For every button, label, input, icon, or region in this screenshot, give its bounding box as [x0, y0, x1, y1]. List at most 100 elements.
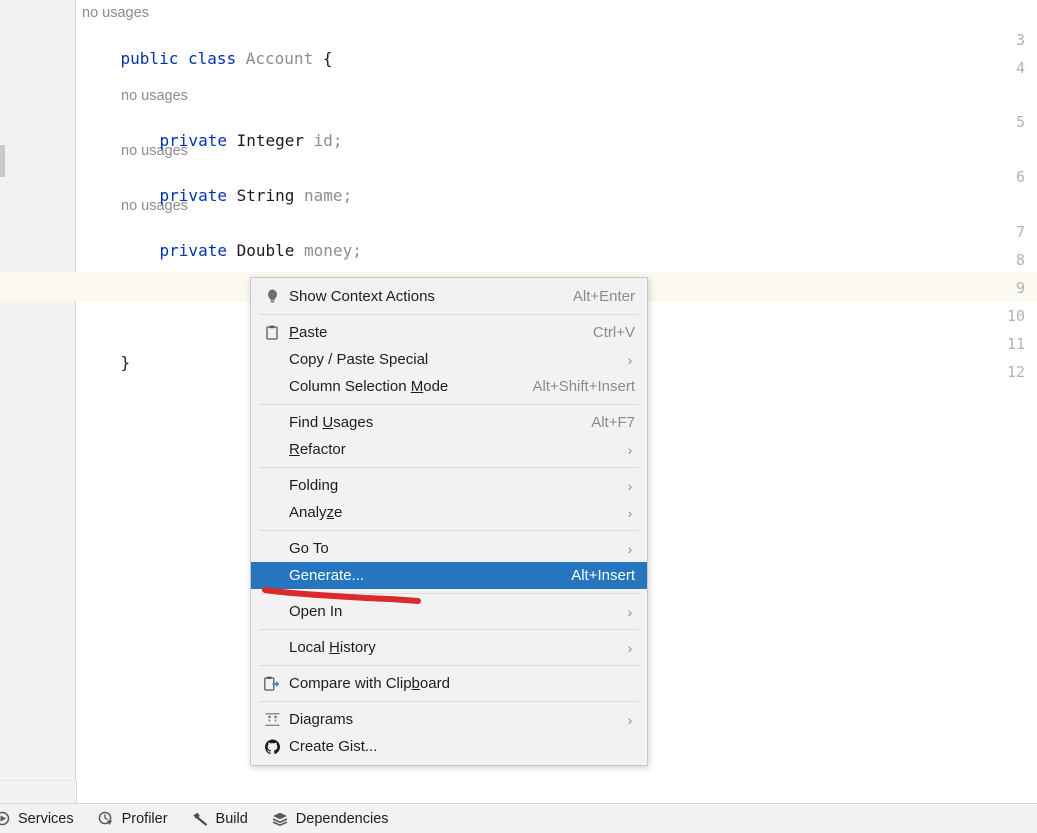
chevron-right-icon: › [627, 351, 633, 368]
menu-item-find-usages[interactable]: Find Usages Alt+F7 [251, 409, 647, 436]
menu-icon-placeholder [261, 603, 283, 621]
menu-item-folding[interactable]: Folding › [251, 472, 647, 499]
menu-item-shortcut: Ctrl+V [592, 324, 635, 341]
line-number-gutter[interactable] [5, 0, 76, 803]
layers-icon [270, 811, 290, 827]
menu-item-shortcut: Alt+Enter [572, 288, 635, 305]
menu-icon-placeholder [261, 567, 283, 585]
menu-item-copy-paste-special[interactable]: Copy / Paste Special › [251, 346, 647, 373]
menu-icon-placeholder [261, 540, 283, 558]
status-bar-item-label: Profiler [121, 810, 168, 827]
code-line-6[interactable]: private String name; [121, 166, 353, 226]
line-number[interactable]: 12 [985, 363, 1025, 381]
code-line-7[interactable]: private Double money; [121, 221, 362, 281]
menu-item-label: Folding [289, 477, 339, 494]
bottom-tool-window-bar[interactable]: Services Profiler Build Dependencies [0, 803, 1037, 833]
menu-item-analyze[interactable]: Analyze › [251, 499, 647, 526]
code-token-money: money; [304, 241, 362, 260]
menu-item-label: Copy / Paste Special [289, 351, 429, 368]
menu-separator [259, 530, 639, 531]
menu-item-generate[interactable]: Generate... Alt+Insert [251, 562, 647, 589]
code-token-account: Account [245, 49, 314, 68]
menu-separator [259, 701, 639, 702]
compare-clipboard-icon [261, 675, 283, 693]
status-bar-item-label: Dependencies [295, 810, 389, 827]
editor-tab-stub [0, 780, 77, 804]
code-token-class: class [187, 49, 246, 68]
line-number[interactable]: 7 [985, 223, 1025, 241]
menu-item-label: Analyze [289, 504, 343, 521]
menu-separator [259, 404, 639, 405]
menu-icon-placeholder [261, 414, 283, 432]
menu-item-compare-with-clipboard[interactable]: Compare with Clipboard [251, 670, 647, 697]
code-token-private: private [159, 131, 237, 150]
line-number[interactable]: 4 [985, 59, 1025, 77]
menu-item-create-gist[interactable]: Create Gist... [251, 733, 647, 760]
menu-separator [259, 629, 639, 630]
lightbulb-icon [261, 288, 283, 306]
menu-item-paste[interactable]: Paste Ctrl+V [251, 319, 647, 346]
services-icon [0, 811, 12, 827]
menu-item-go-to[interactable]: Go To › [251, 535, 647, 562]
status-bar-item-services[interactable]: Services [0, 811, 74, 827]
chevron-right-icon: › [627, 441, 633, 458]
status-bar-item-build[interactable]: Build [190, 811, 248, 827]
menu-icon-placeholder [261, 639, 283, 657]
code-line-11[interactable]: } [82, 333, 131, 393]
status-bar-item-label: Services [18, 810, 74, 827]
line-number[interactable]: 5 [985, 113, 1025, 131]
menu-item-label: Go To [289, 540, 329, 557]
menu-item-label: Open In [289, 603, 343, 620]
code-token-id: id; [313, 131, 343, 150]
code-token-Double: Double [236, 241, 305, 260]
menu-icon-placeholder [261, 477, 283, 495]
menu-item-show-context-actions[interactable]: Show Context Actions Alt+Enter [251, 283, 647, 310]
line-number[interactable]: 11 [985, 335, 1025, 353]
menu-item-diagrams[interactable]: Diagrams › [251, 706, 647, 733]
menu-item-label: Diagrams [289, 711, 354, 728]
chevron-right-icon: › [627, 540, 633, 557]
line-number[interactable]: 8 [985, 251, 1025, 269]
code-token-private: private [159, 241, 237, 260]
line-number[interactable]: 3 [985, 31, 1025, 49]
menu-item-label: Column Selection Mode [289, 378, 449, 395]
menu-icon-placeholder [261, 504, 283, 522]
editor-context-menu[interactable]: Show Context Actions Alt+Enter Paste Ctrl+V… [250, 277, 648, 766]
status-bar-item-profiler[interactable]: Profiler [96, 811, 168, 827]
menu-item-shortcut: Alt+Shift+Insert [532, 378, 635, 395]
status-bar-item-label: Build [215, 810, 248, 827]
menu-item-label: Show Context Actions [289, 288, 435, 305]
status-bar-item-dependencies[interactable]: Dependencies [270, 811, 389, 827]
code-token-close-brace: } [120, 353, 131, 372]
menu-item-column-selection-mode[interactable]: Column Selection Mode Alt+Shift+Insert [251, 373, 647, 400]
code-token-String: String [236, 186, 305, 205]
menu-item-shortcut: Alt+F7 [591, 414, 635, 431]
chevron-right-icon: › [627, 477, 633, 494]
inlay-hint-no-usages[interactable]: no usages [121, 87, 188, 105]
line-number[interactable]: 6 [985, 168, 1025, 186]
chevron-right-icon: › [627, 711, 633, 728]
code-token-public: public [120, 49, 188, 68]
code-line-3[interactable]: public class Account { [82, 29, 333, 89]
clipboard-icon [261, 324, 283, 342]
menu-item-label: Find Usages [289, 414, 374, 431]
line-number[interactable]: 9 [985, 279, 1025, 297]
menu-item-refactor[interactable]: Refactor › [251, 436, 647, 463]
menu-item-open-in[interactable]: Open In › [251, 598, 647, 625]
menu-item-shortcut: Alt+Insert [571, 567, 635, 584]
chevron-right-icon: › [627, 639, 633, 656]
menu-item-local-history[interactable]: Local History › [251, 634, 647, 661]
menu-separator [259, 593, 639, 594]
line-number[interactable]: 10 [985, 307, 1025, 325]
code-line-5[interactable]: private Integer id; [121, 111, 343, 171]
code-token-Integer: Integer [236, 131, 314, 150]
chevron-right-icon: › [627, 603, 633, 620]
menu-item-label: Refactor [289, 441, 346, 458]
inlay-hint-no-usages[interactable]: no usages [82, 4, 149, 22]
menu-item-label: Compare with Clipboard [289, 675, 450, 692]
menu-item-label: Local History [289, 639, 376, 656]
code-token-private: private [159, 186, 237, 205]
menu-separator [259, 665, 639, 666]
hammer-icon [190, 811, 210, 827]
menu-separator [259, 467, 639, 468]
